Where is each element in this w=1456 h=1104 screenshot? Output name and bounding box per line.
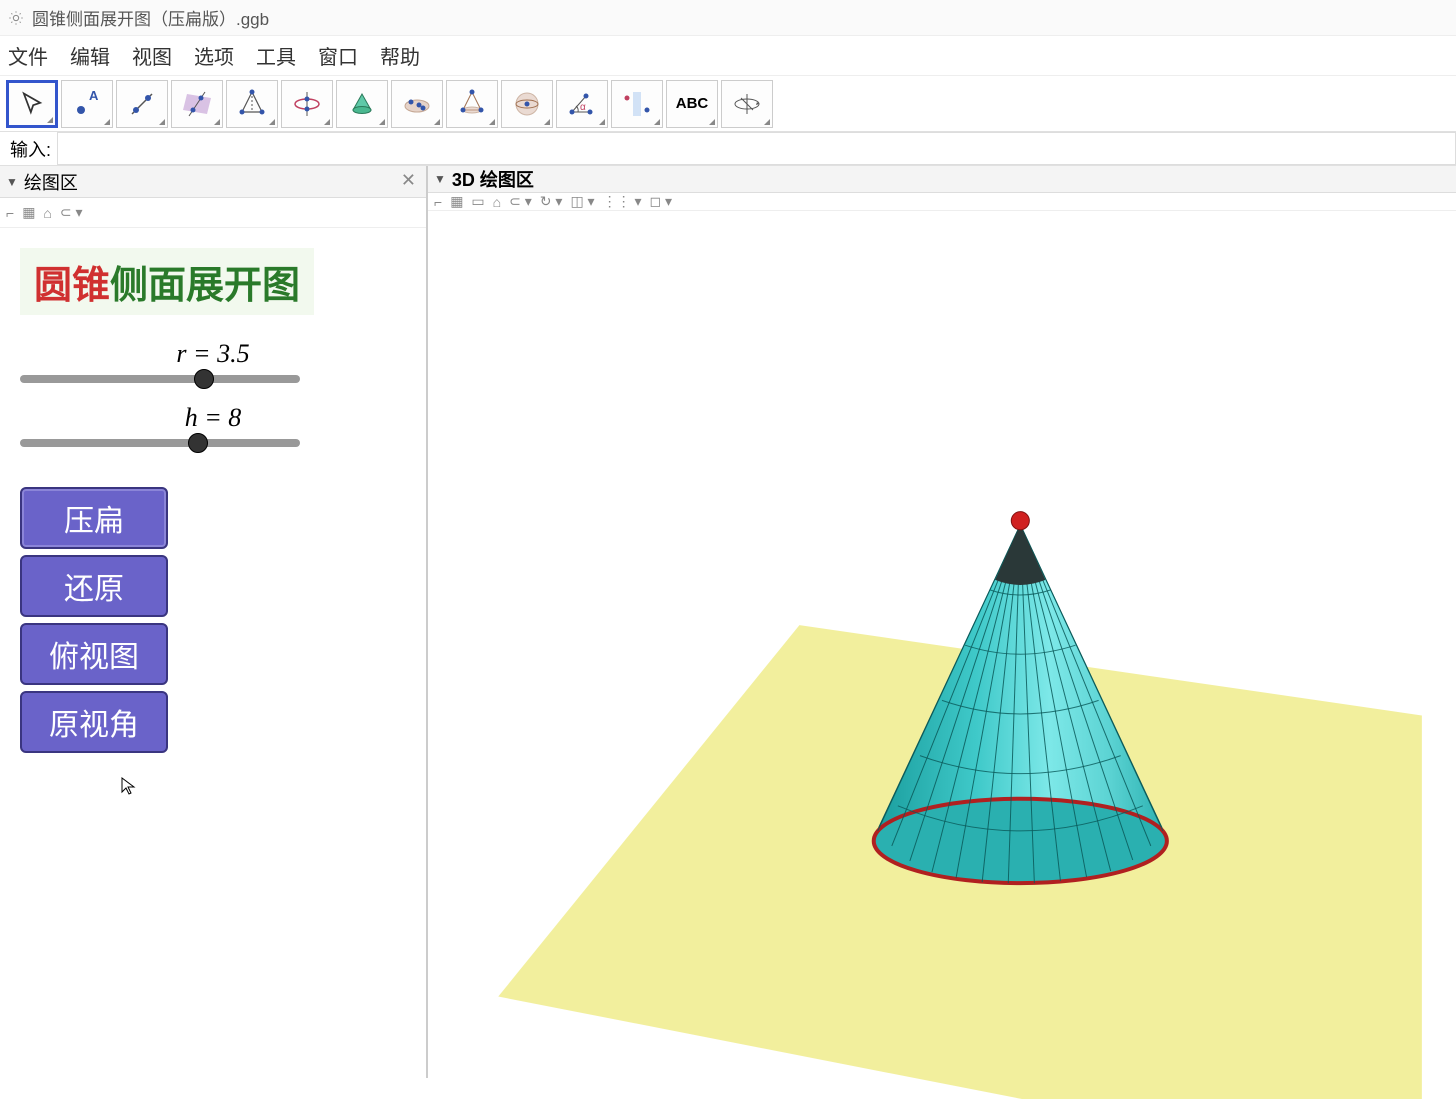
cursor-icon [120, 776, 140, 796]
menu-tools[interactable]: 工具 [256, 41, 296, 70]
tool-reflect[interactable] [611, 80, 663, 128]
menu-options[interactable]: 选项 [194, 41, 234, 70]
menu-file[interactable]: 文件 [8, 41, 48, 70]
tool-line[interactable] [116, 80, 168, 128]
view3d-canvas[interactable] [428, 211, 1456, 1099]
slider-r[interactable] [20, 375, 300, 383]
tool-angle[interactable]: α [556, 80, 608, 128]
menu-bar: 文件 编辑 视图 选项 工具 窗口 帮助 [0, 36, 1456, 76]
title-bar: 圆锥侧面展开图（压扁版）.ggb [0, 0, 1456, 36]
clip3d-icon[interactable]: ◫ ▾ [570, 193, 594, 210]
svg-text:α: α [580, 102, 586, 113]
snap3d-icon[interactable]: ⊂ ▾ [509, 193, 532, 210]
main-toolbar: A α ABC [0, 76, 1456, 132]
slider-r-label: r = 3.5 [20, 339, 406, 369]
menu-edit[interactable]: 编辑 [70, 41, 110, 70]
input-bar: 输入: [0, 132, 1456, 166]
tool-rotate-solid[interactable] [281, 80, 333, 128]
tool-point[interactable]: A [61, 80, 113, 128]
home3d-icon[interactable]: ⌂ [493, 194, 501, 210]
axes-icon[interactable]: ⌐ [6, 205, 14, 221]
flatten-button[interactable]: 压扁 [20, 487, 168, 549]
title-card: 圆锥侧面展开图 [20, 248, 314, 315]
collapse-icon[interactable]: ▼ [434, 172, 446, 186]
grid-icon[interactable]: ▦ [22, 204, 35, 221]
view3d-panel: ▼ 3D 绘图区 ⌐ ▦ ▭ ⌂ ⊂ ▾ ↻ ▾ ◫ ▾ ⋮⋮ ▾ ◻ ▾ [428, 166, 1456, 1078]
menu-window[interactable]: 窗口 [318, 41, 358, 70]
cone-scene [428, 211, 1456, 1099]
home-icon[interactable]: ⌂ [43, 205, 51, 221]
snap-icon[interactable]: ⊂ ▾ [60, 204, 83, 221]
box3d-icon[interactable]: ◻ ▾ [650, 193, 673, 210]
view3d-panel-header[interactable]: ▼ 3D 绘图区 [428, 166, 1456, 193]
graphics-content[interactable]: 圆锥侧面展开图 r = 3.5 h = 8 压扁 还原 俯视图 原视角 [0, 228, 426, 1078]
tool-sphere-center[interactable] [501, 80, 553, 128]
tool-rotate-view[interactable] [721, 80, 773, 128]
title-green: 侧面展开图 [110, 265, 300, 307]
slider-h-label: h = 8 [20, 403, 406, 433]
view3d-panel-title: 3D 绘图区 [452, 166, 534, 192]
view3d-panel-toolbar: ⌐ ▦ ▭ ⌂ ⊂ ▾ ↻ ▾ ◫ ▾ ⋮⋮ ▾ ◻ ▾ [428, 193, 1456, 211]
origview-button[interactable]: 原视角 [20, 691, 168, 753]
grid3d-icon[interactable]: ▦ [450, 193, 463, 210]
app-icon [8, 10, 24, 26]
slider-group: r = 3.5 h = 8 [20, 339, 406, 447]
action-buttons: 压扁 还原 俯视图 原视角 [20, 487, 406, 753]
tool-cone[interactable] [336, 80, 388, 128]
input-label: 输入: [0, 136, 57, 162]
graphics-panel: ▼ 绘图区 ✕ ⌐ ▦ ⌂ ⊂ ▾ 圆锥侧面展开图 r = 3.5 h = 8 … [0, 166, 428, 1078]
topview-button[interactable]: 俯视图 [20, 623, 168, 685]
tool-sphere-through[interactable] [446, 80, 498, 128]
graphics-panel-header[interactable]: ▼ 绘图区 ✕ [0, 166, 426, 198]
slider-h[interactable] [20, 439, 300, 447]
window-title: 圆锥侧面展开图（压扁版）.ggb [32, 5, 269, 30]
tool-text[interactable]: ABC [666, 80, 718, 128]
proj3d-icon[interactable]: ⋮⋮ ▾ [603, 193, 642, 210]
title-red: 圆锥 [34, 265, 110, 307]
svg-text:A: A [89, 88, 99, 103]
tool-plane[interactable] [171, 80, 223, 128]
input-field[interactable] [57, 132, 1456, 165]
tool-move[interactable] [6, 80, 58, 128]
menu-view[interactable]: 视图 [132, 41, 172, 70]
slider-h-thumb[interactable] [188, 433, 208, 453]
collapse-icon[interactable]: ▼ [6, 175, 18, 189]
menu-help[interactable]: 帮助 [380, 41, 420, 70]
axes3d-icon[interactable]: ⌐ [434, 194, 442, 210]
restore-button[interactable]: 还原 [20, 555, 168, 617]
tool-sphere-points[interactable] [391, 80, 443, 128]
workspace: ▼ 绘图区 ✕ ⌐ ▦ ⌂ ⊂ ▾ 圆锥侧面展开图 r = 3.5 h = 8 … [0, 166, 1456, 1078]
graphics-panel-title: 绘图区 [24, 169, 78, 195]
slider-r-thumb[interactable] [194, 369, 214, 389]
close-icon[interactable]: ✕ [401, 170, 416, 191]
plane3d-icon[interactable]: ▭ [471, 193, 484, 210]
rotate3d-icon[interactable]: ↻ ▾ [540, 193, 563, 210]
tool-pyramid[interactable] [226, 80, 278, 128]
graphics-panel-toolbar: ⌐ ▦ ⌂ ⊂ ▾ [0, 198, 426, 228]
